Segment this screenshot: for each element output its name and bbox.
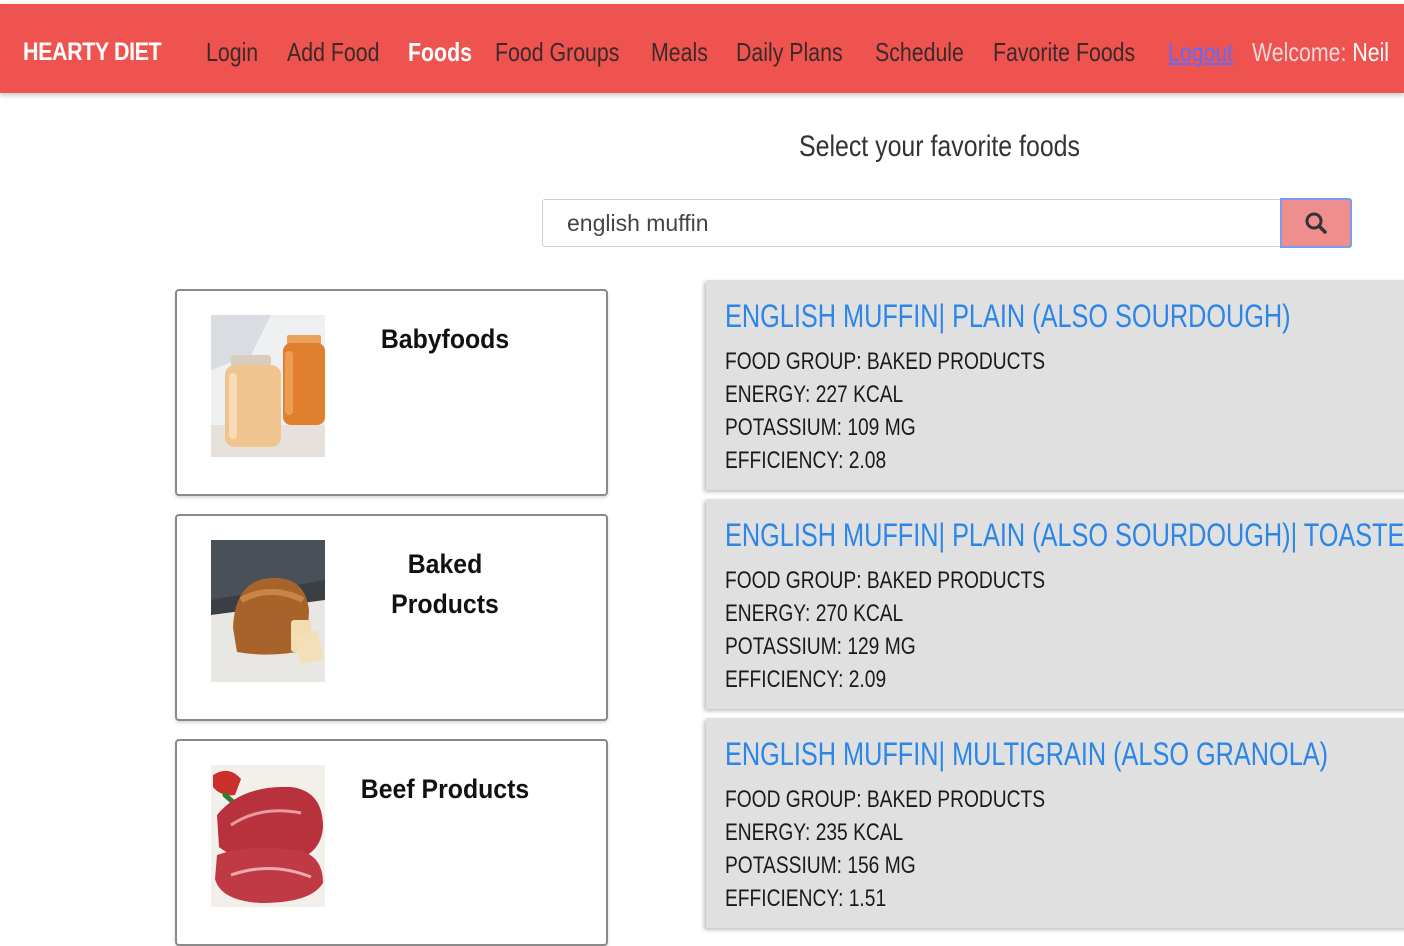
energy-text: ENERGY: 227 KCAL [725, 381, 904, 408]
nav-add-food[interactable]: Add Food [287, 37, 379, 68]
nav-favorite-foods[interactable]: Favorite Foods [993, 37, 1135, 68]
food-result-title[interactable]: ENGLISH MUFFIN| PLAIN (ALSO SOURDOUGH) [725, 298, 1291, 335]
nav-logout[interactable]: Logout [1168, 37, 1233, 68]
efficiency-text: EFFICIENCY: 1.51 [725, 885, 887, 912]
nav-schedule[interactable]: Schedule [875, 37, 964, 68]
food-result-title[interactable]: ENGLISH MUFFIN| PLAIN (ALSO SOURDOUGH)| … [725, 517, 1404, 554]
nav-daily-plans[interactable]: Daily Plans [736, 37, 843, 68]
potassium-text: POTASSIUM: 156 MG [725, 852, 916, 879]
food-group-text: FOOD GROUP: BAKED PRODUCTS [725, 786, 1046, 813]
food-group-name: Babyfoods [380, 324, 510, 354]
efficiency-text: EFFICIENCY: 2.09 [725, 666, 887, 693]
search-icon [1305, 212, 1327, 234]
navbar: HEARTY DIET Login Add Food Foods Food Gr… [0, 4, 1404, 93]
energy-text: ENERGY: 235 KCAL [725, 819, 904, 846]
food-group-card-beef-products[interactable]: Beef Products [175, 739, 608, 946]
food-result-title[interactable]: ENGLISH MUFFIN| MULTIGRAIN (ALSO GRANOLA… [725, 736, 1328, 773]
food-group-card-baked-products[interactable]: Baked Products [175, 514, 608, 721]
search-input[interactable] [542, 199, 1280, 247]
raw-steak-image [211, 765, 325, 907]
user-name: Neil [1352, 37, 1390, 67]
energy-text: ENERGY: 270 KCAL [725, 600, 904, 627]
nav-meals[interactable]: Meals [651, 37, 708, 68]
brand-logo[interactable]: HEARTY DIET [23, 38, 162, 67]
nav-food-groups[interactable]: Food Groups [495, 37, 619, 68]
food-group-text: FOOD GROUP: BAKED PRODUCTS [725, 348, 1046, 375]
welcome-message: Welcome: Neil [1252, 37, 1389, 68]
food-group-card-babyfoods[interactable]: Babyfoods [175, 289, 608, 496]
baby-food-jars-image [211, 315, 325, 457]
nav-foods[interactable]: Foods [408, 37, 472, 68]
nav-login[interactable]: Login [206, 37, 258, 68]
potassium-text: POTASSIUM: 129 MG [725, 633, 916, 660]
food-group-name: Baked Products [391, 549, 499, 619]
food-group-text: FOOD GROUP: BAKED PRODUCTS [725, 567, 1046, 594]
page-title: Select your favorite foods [799, 130, 1080, 163]
bread-loaf-image [211, 540, 325, 682]
welcome-label: Welcome: [1252, 37, 1347, 67]
food-result-card[interactable]: ENGLISH MUFFIN| PLAIN (ALSO SOURDOUGH) F… [706, 280, 1404, 490]
potassium-text: POTASSIUM: 109 MG [725, 414, 916, 441]
efficiency-text: EFFICIENCY: 2.08 [725, 447, 887, 474]
food-group-name: Beef Products [360, 774, 530, 804]
search-button[interactable] [1280, 198, 1352, 248]
food-result-card[interactable]: ENGLISH MUFFIN| MULTIGRAIN (ALSO GRANOLA… [706, 718, 1404, 928]
food-result-card[interactable]: ENGLISH MUFFIN| PLAIN (ALSO SOURDOUGH)| … [706, 499, 1404, 709]
